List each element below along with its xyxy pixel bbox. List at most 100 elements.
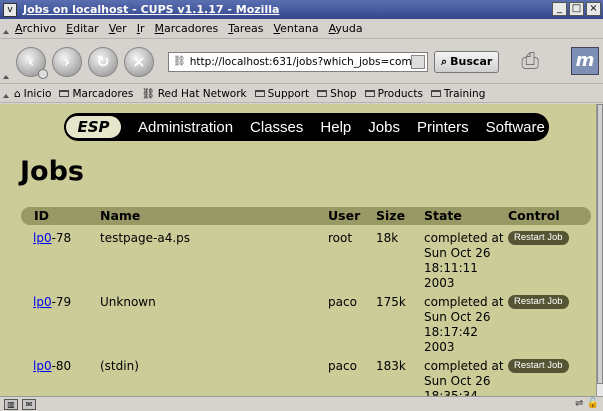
page-content: ESP Administration Classes Help Jobs Pri… (0, 104, 596, 396)
stop-button[interactable]: × (124, 46, 154, 77)
folder-icon (317, 90, 328, 97)
folder-icon (59, 90, 70, 97)
menu-bar: Archivo Editar Ver Ir Marcadores Tareas … (0, 19, 603, 39)
bookmark-label: Inicio (23, 87, 52, 100)
nav-esp[interactable]: ESP (66, 116, 121, 138)
bookmark-red-hat-network[interactable]: ⛓ Red Hat Network (137, 87, 250, 101)
window-menu-icon[interactable]: v (3, 2, 17, 17)
header-size: Size (376, 208, 406, 223)
job-user: paco (328, 359, 357, 373)
header-id: ID (34, 208, 50, 223)
nav-printers[interactable]: Printers (417, 119, 469, 136)
minimize-icon[interactable]: _ (552, 2, 567, 16)
url-dropdown-icon[interactable] (411, 54, 425, 69)
forward-button[interactable]: › (52, 46, 82, 77)
url-bar[interactable]: ⛓ http://localhost:631/jobs?which_jobs=c… (168, 51, 428, 72)
bookmark-shop[interactable]: Shop (313, 88, 360, 100)
state-line: 2003 (424, 276, 455, 290)
header-name: Name (100, 208, 141, 223)
home-icon: ⌂ (14, 87, 21, 100)
reload-icon: ↻ (96, 52, 110, 71)
print-icon[interactable]: ⎙ (521, 49, 539, 74)
toolbar-grip-icon[interactable] (0, 40, 10, 83)
bookmark-label: Support (267, 87, 310, 100)
menu-ayuda[interactable]: Ayuda (324, 22, 368, 35)
vertical-scrollbar[interactable] (596, 104, 603, 396)
close-icon[interactable]: × (586, 2, 601, 16)
connection-status-icon: ⇌ 🔓 (574, 398, 599, 409)
folder-icon (364, 90, 375, 97)
header-user: User (328, 208, 361, 223)
bookmark-label: Shop (330, 87, 357, 100)
bookmark-inicio[interactable]: ⌂ Inicio (10, 88, 55, 100)
state-line: Sun Oct 26 (424, 246, 491, 260)
bookmark-label: Training (443, 87, 486, 100)
job-name: testpage-a4.ps (100, 231, 191, 245)
job-number: -80 (51, 359, 72, 373)
state-line: 2003 (424, 340, 455, 354)
job-state: completed at Sun Oct 26 18:17:42 2003 (424, 295, 506, 355)
menu-archivo[interactable]: Archivo (10, 22, 61, 35)
bookmark-support[interactable]: Support (251, 88, 314, 100)
bookmark-products[interactable]: Products (361, 88, 427, 100)
job-state: completed at Sun Oct 26 18:35:34 (424, 359, 506, 396)
bookmark-training[interactable]: Training (427, 88, 489, 100)
reload-button[interactable]: ↻ (88, 46, 118, 77)
nav-classes[interactable]: Classes (250, 119, 303, 136)
nav-administration[interactable]: Administration (138, 119, 233, 136)
bookmark-label: Marcadores (72, 87, 134, 100)
bookmarks-toolbar: ⌂ Inicio Marcadores ⛓ Red Hat Network Supp… (0, 85, 603, 103)
back-arrow-icon: ‹ (27, 52, 35, 71)
bookmark-label: Products (377, 87, 423, 100)
job-user: paco (328, 295, 357, 309)
cups-navigation: ESP Administration Classes Help Jobs Pri… (64, 113, 549, 141)
page-title: Jobs (20, 156, 84, 187)
search-button[interactable]: ⌕ Buscar (434, 50, 500, 73)
job-state: completed at Sun Oct 26 18:11:11 2003 (424, 231, 506, 291)
mail-icon[interactable]: ✉ (22, 398, 36, 410)
menu-editar[interactable]: Editar (61, 22, 104, 35)
search-label: Buscar (450, 55, 493, 68)
bookmark-marcadores[interactable]: Marcadores (55, 88, 137, 100)
printer-link[interactable]: lp0 (33, 359, 52, 373)
nav-jobs[interactable]: Jobs (368, 119, 400, 136)
job-name: Unknown (100, 295, 156, 309)
restart-job-button[interactable]: Restart Job (508, 295, 569, 309)
window-titlebar[interactable]: v Jobs on localhost - CUPS v1.1.17 - Moz… (0, 0, 603, 19)
folder-icon (430, 90, 441, 97)
stop-icon: × (132, 52, 146, 71)
state-line: completed at (424, 295, 504, 309)
url-text: http://localhost:631/jobs?which_jobs=com… (189, 55, 422, 68)
menu-ir[interactable]: Ir (132, 22, 150, 35)
state-line: Sun Oct 26 (424, 374, 491, 388)
job-name: (stdin) (100, 359, 139, 373)
printer-link[interactable]: lp0 (33, 231, 52, 245)
state-line: 18:11:11 (424, 261, 478, 275)
search-icon: ⌕ (441, 54, 448, 68)
scrollbar-thumb[interactable] (597, 104, 603, 384)
forward-arrow-icon: › (63, 52, 71, 71)
restart-job-button[interactable]: Restart Job (508, 359, 569, 373)
page-icon: ⛓ (173, 56, 186, 67)
menu-ventana[interactable]: Ventana (268, 22, 323, 35)
component-bar-icon[interactable]: ▥ (4, 398, 18, 410)
menu-tareas[interactable]: Tareas (223, 22, 268, 35)
maximize-icon[interactable]: □ (569, 2, 584, 16)
status-bar: ▥ ✉ ⇌ 🔓 (0, 396, 603, 411)
job-number: -79 (51, 295, 72, 309)
restart-job-button[interactable]: Restart Job (508, 231, 569, 245)
printer-link[interactable]: lp0 (33, 295, 52, 309)
folder-icon (254, 90, 265, 97)
nav-help[interactable]: Help (320, 119, 351, 136)
menu-marcadores[interactable]: Marcadores (149, 22, 223, 35)
back-button[interactable]: ‹ (16, 46, 48, 79)
toolbar-grip-icon[interactable] (0, 85, 10, 102)
bookmark-label: Red Hat Network (157, 87, 247, 100)
menu-ver[interactable]: Ver (104, 22, 132, 35)
mozilla-logo-icon[interactable]: m (571, 47, 599, 75)
job-number: -78 (51, 231, 72, 245)
window-title: Jobs on localhost - CUPS v1.1.17 - Mozil… (23, 3, 280, 16)
nav-software[interactable]: Software (486, 119, 545, 136)
toolbar-grip-icon[interactable] (0, 19, 10, 38)
job-user: root (328, 231, 353, 245)
